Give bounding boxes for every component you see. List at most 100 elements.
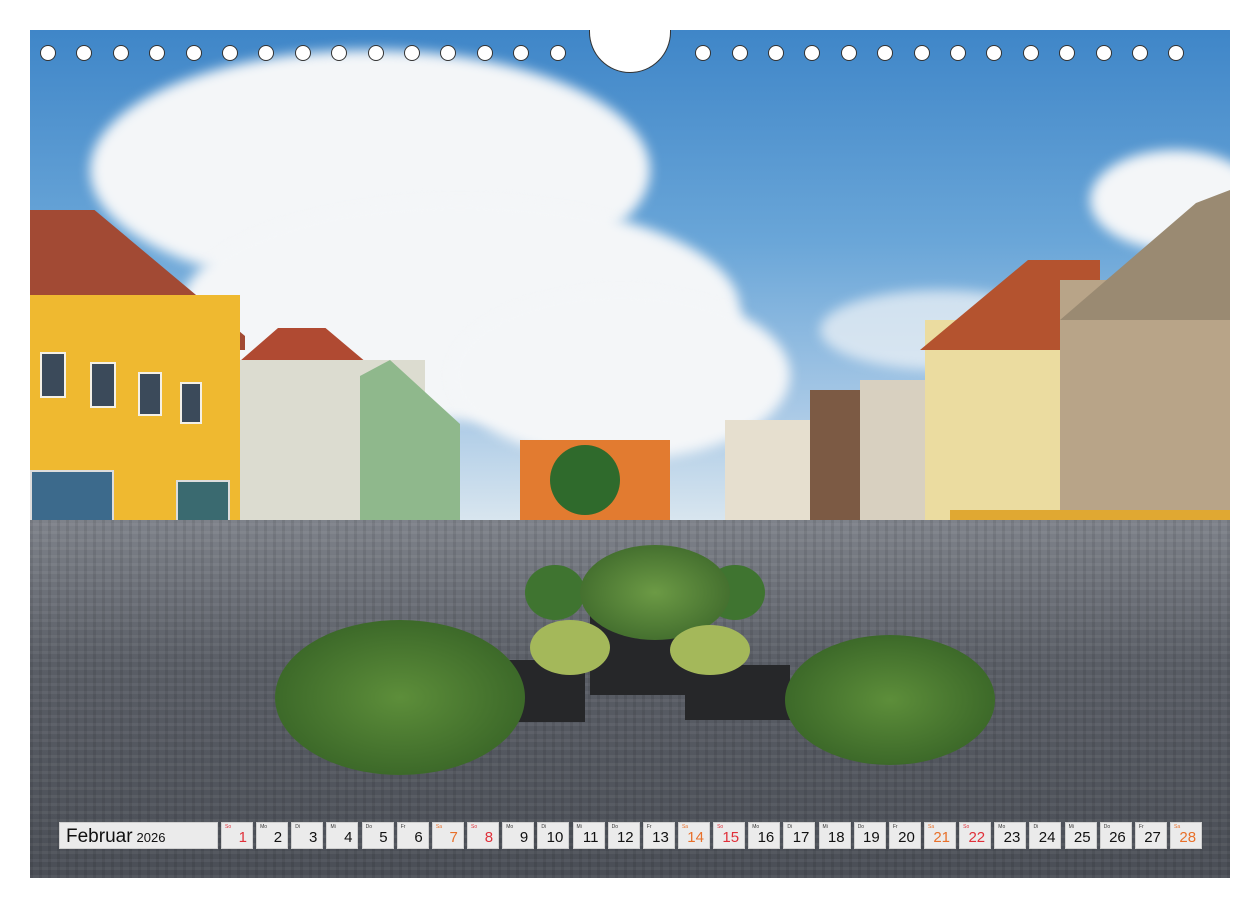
day-number: 8: [485, 829, 493, 846]
weekday-label: Fr: [1139, 824, 1144, 830]
day-number: 18: [828, 829, 845, 846]
day-number: 7: [450, 829, 458, 846]
day-cell: Fr27: [1135, 822, 1167, 849]
day-cell: Do 5: [362, 822, 394, 849]
day-number: 15: [722, 829, 739, 846]
day-number: 19: [863, 829, 880, 846]
day-number: 2: [274, 829, 282, 846]
grass: [670, 625, 750, 675]
month-name: Februar: [66, 826, 133, 847]
day-cell: Di17: [783, 822, 815, 849]
day-cell: Fr20: [889, 822, 921, 849]
day-cell: Do12: [608, 822, 640, 849]
day-number: 4: [344, 829, 352, 846]
weekday-label: So: [471, 824, 477, 830]
day-number: 23: [1004, 829, 1021, 846]
weekday-label: Mo: [506, 824, 513, 830]
binding-hole: [550, 45, 566, 61]
weekday-label: Mi: [577, 824, 582, 830]
binding-hole: [186, 45, 202, 61]
day-cell: Do26: [1100, 822, 1132, 849]
day-number: 10: [547, 829, 564, 846]
day-cell: Mi25: [1065, 822, 1097, 849]
weekday-label: Fr: [893, 824, 898, 830]
day-cell: Fr 6: [397, 822, 429, 849]
town-square-photo: [30, 30, 1230, 878]
binding-hole: [1023, 45, 1039, 61]
binding-hole: [950, 45, 966, 61]
boxwood-ball: [525, 565, 585, 620]
weekday-label: Mo: [260, 824, 267, 830]
day-cell: Mo23: [994, 822, 1026, 849]
binding-hole: [768, 45, 784, 61]
binding-hole: [404, 45, 420, 61]
day-number: 5: [379, 829, 387, 846]
tree: [550, 445, 620, 515]
day-number: 14: [687, 829, 704, 846]
weekday-label: Di: [541, 824, 546, 830]
binding-hole: [841, 45, 857, 61]
day-cell: Sa14: [678, 822, 710, 849]
weekday-label: So: [225, 824, 231, 830]
day-number: 12: [617, 829, 634, 846]
day-number: 24: [1039, 829, 1056, 846]
half-timbered-building: [860, 380, 930, 520]
day-number: 9: [520, 829, 528, 846]
day-cell: So 1: [221, 822, 253, 849]
weekday-label: Sa: [436, 824, 442, 830]
day-number: 25: [1074, 829, 1091, 846]
day-number: 13: [652, 829, 669, 846]
binding-hole: [477, 45, 493, 61]
weekday-label: Fr: [647, 824, 652, 830]
day-number: 26: [1109, 829, 1126, 846]
day-cell: Mo 2: [256, 822, 288, 849]
day-number: 1: [239, 829, 247, 846]
day-number: 21: [933, 829, 950, 846]
binding-hole: [40, 45, 56, 61]
binding-hole: [1096, 45, 1112, 61]
day-cell: Di 3: [291, 822, 323, 849]
day-cell: So 8: [467, 822, 499, 849]
day-cell: Sa21: [924, 822, 956, 849]
day-cell: Sa28: [1170, 822, 1202, 849]
binding-hole: [222, 45, 238, 61]
day-number: 22: [968, 829, 985, 846]
weekday-label: Do: [366, 824, 372, 830]
weekday-label: Fr: [401, 824, 406, 830]
binding-hole: [368, 45, 384, 61]
day-cell: Di24: [1029, 822, 1061, 849]
day-number: 27: [1144, 829, 1161, 846]
weekday-label: Mi: [330, 824, 335, 830]
binding-hole: [914, 45, 930, 61]
day-cell: Mi11: [573, 822, 605, 849]
binding-hole: [732, 45, 748, 61]
yellow-facade-building: [925, 320, 1065, 520]
month-label: Februar2026: [59, 822, 218, 849]
day-cell: Mo16: [748, 822, 780, 849]
day-cell: Mo 9: [502, 822, 534, 849]
day-cell: Fr13: [643, 822, 675, 849]
shrub: [275, 620, 525, 775]
grass: [530, 620, 610, 675]
weekday-label: Di: [1033, 824, 1038, 830]
day-cell: Sa 7: [432, 822, 464, 849]
day-cell: Mi18: [819, 822, 851, 849]
day-cell: Do19: [854, 822, 886, 849]
weekday-label: Di: [295, 824, 300, 830]
day-number: 17: [793, 829, 810, 846]
day-number: 20: [898, 829, 915, 846]
day-cell: So22: [959, 822, 991, 849]
weekday-label: Di: [787, 824, 792, 830]
day-number: 16: [758, 829, 775, 846]
binding-hole: [295, 45, 311, 61]
day-number: 3: [309, 829, 317, 846]
binding-hole: [113, 45, 129, 61]
day-number: 11: [583, 829, 599, 846]
day-cell: Di10: [537, 822, 569, 849]
day-cell: Mi 4: [326, 822, 358, 849]
binding-hole: [1132, 45, 1148, 61]
day-number: 28: [1179, 829, 1196, 846]
day-cell: So15: [713, 822, 745, 849]
day-number: 6: [414, 829, 422, 846]
shrub: [785, 635, 995, 765]
